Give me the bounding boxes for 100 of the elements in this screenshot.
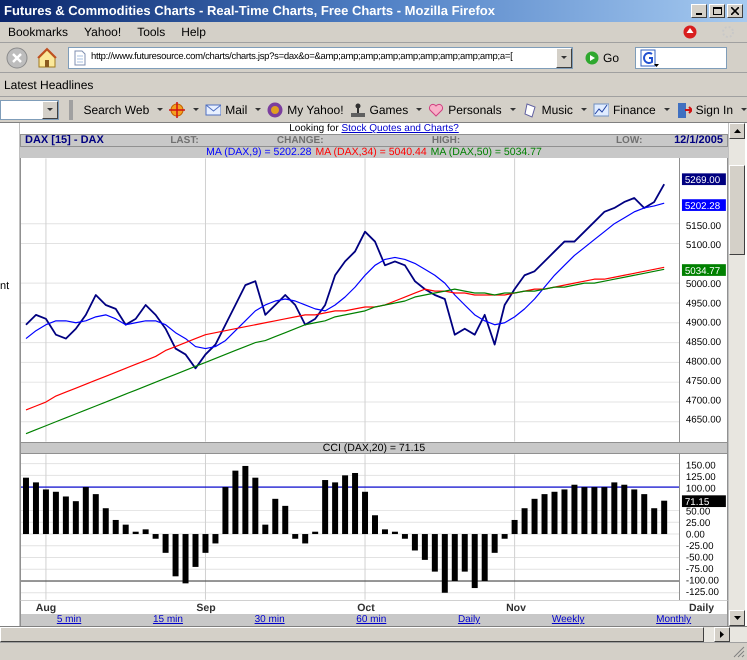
- indicator-bar: [661, 500, 668, 534]
- y-axis-label: 4700.00: [686, 395, 722, 406]
- period-link[interactable]: 5 min: [56, 614, 82, 626]
- indicator-bar: [212, 534, 218, 544]
- caret-icon: [734, 129, 740, 133]
- indicator-bar: [621, 484, 628, 534]
- caret-icon: [561, 56, 567, 59]
- indicator-bar: [462, 534, 468, 572]
- period-link[interactable]: Monthly: [656, 614, 692, 626]
- scroll-right-button[interactable]: [714, 627, 730, 642]
- indicator-bar: [52, 492, 59, 534]
- url-field[interactable]: http://www.futuresource.com/charts/charts.jsp?s=dax&o=&amp;amp;amp;amp;amp;amp;amp;amp;amp;a=[: [68, 46, 573, 68]
- window-title: Futures & Commodities Charts - Real-Time Charts, Free Charts - Mozilla Firefox: [4, 2, 496, 20]
- chart-symbol: DAX [15] - DAX: [25, 134, 105, 147]
- y-axis-label: 50.00: [686, 506, 710, 518]
- period-link[interactable]: 30 min: [254, 614, 285, 626]
- indicator-bar: [482, 534, 488, 581]
- badge-icon: [267, 102, 284, 118]
- toolbar-button[interactable]: Games: [350, 100, 422, 118]
- dropdown-button[interactable]: [556, 48, 572, 68]
- y-axis-label: 5150.00: [686, 220, 722, 232]
- search-engine-icon: [640, 48, 660, 66]
- menu-item[interactable]: Help: [181, 23, 206, 41]
- stop-button[interactable]: [4, 44, 30, 70]
- indicator-bar: [222, 487, 228, 534]
- search-input[interactable]: [0, 100, 60, 120]
- indicator-bar: [402, 534, 408, 539]
- period-link[interactable]: 15 min: [152, 614, 183, 626]
- toolbar-button[interactable]: Music: [522, 100, 587, 118]
- value-marker: 5034.77: [682, 264, 726, 277]
- indicator-bar: [62, 496, 69, 534]
- y-axis-label: 4850.00: [686, 337, 722, 348]
- toolbar-button[interactable]: My Yahoo!: [267, 100, 344, 118]
- y-axis-label: 5100.00: [686, 240, 722, 252]
- scroll-down-button[interactable]: [729, 610, 745, 626]
- indicator-bar: [571, 484, 578, 534]
- toolbar-button[interactable]: Personals: [428, 100, 516, 118]
- indicator-bar: [102, 508, 109, 534]
- scroll-thumb[interactable]: [729, 164, 745, 254]
- indicator-bar: [372, 515, 378, 534]
- menu-item[interactable]: Yahoo!: [84, 23, 122, 41]
- indicator-bar: [232, 470, 238, 534]
- field-label: LAST:: [170, 134, 200, 147]
- period-link[interactable]: Daily: [458, 614, 480, 626]
- indicator-bar: [382, 529, 388, 534]
- x-axis-label: Nov: [506, 601, 526, 616]
- minimize-button[interactable]: [691, 4, 707, 18]
- indicator-bar: [92, 494, 99, 534]
- indicator-bar: [492, 534, 498, 553]
- indicator-bar: [591, 487, 598, 534]
- period-link[interactable]: 60 min: [356, 614, 386, 626]
- indicator-bar: [542, 494, 548, 534]
- maximize-button[interactable]: [709, 4, 725, 18]
- toolbar-button[interactable]: Search Web: [83, 100, 164, 118]
- vertical-scrollbar[interactable]: [728, 123, 745, 626]
- y-axis-label: 4800.00: [686, 356, 722, 368]
- indicator-bar: [42, 489, 49, 534]
- stock-quotes-link[interactable]: Stock Quotes and Charts?: [341, 123, 459, 134]
- indicator-bar: [122, 524, 129, 534]
- go-button[interactable]: Go: [577, 48, 628, 66]
- close-icon: [731, 7, 739, 15]
- scroll-up-button[interactable]: [729, 123, 745, 139]
- indicator-bar: [342, 475, 348, 534]
- indicator-title: CCI (DAX,20) = 71.15: [322, 443, 426, 453]
- dropdown-button[interactable]: [42, 100, 58, 118]
- indicator-bar: [392, 532, 398, 534]
- value-marker: 5269.00: [682, 173, 726, 186]
- envelope-icon: [205, 102, 222, 118]
- close-button[interactable]: [727, 4, 743, 18]
- indicator-bar: [302, 534, 308, 544]
- menu-item[interactable]: Bookmarks: [8, 23, 68, 41]
- indicator-bar: [412, 534, 418, 550]
- chart-icon: [592, 102, 609, 118]
- toolbar-button[interactable]: Sign In: [676, 100, 747, 118]
- y-axis-label: 150.00: [686, 460, 716, 472]
- menu-item[interactable]: Tools: [137, 23, 166, 41]
- y-axis-label: -100.00: [686, 575, 720, 586]
- toolbar-button[interactable]: Finance: [592, 100, 670, 118]
- play-icon: [585, 50, 599, 64]
- y-axis-label: -75.00: [686, 564, 714, 575]
- toolbar-button[interactable]: Mail: [205, 100, 262, 118]
- toolbar-button[interactable]: [169, 102, 200, 118]
- search-field[interactable]: [635, 46, 728, 68]
- indicator-bar: [162, 534, 169, 553]
- indicator-bar: [272, 498, 278, 534]
- indicator-bar: [322, 480, 328, 534]
- value-marker: 5202.28: [682, 199, 726, 212]
- maximize-icon: [712, 7, 722, 15]
- y-axis-label: -25.00: [686, 540, 714, 552]
- indicator-bar: [581, 487, 588, 534]
- y-axis-label: 5000.00: [686, 278, 722, 290]
- y-axis-label: -50.00: [686, 552, 714, 564]
- bookmark-item[interactable]: Latest Headlines: [4, 76, 94, 94]
- indicator-bar: [452, 534, 458, 581]
- y-axis-label: 25.00: [686, 518, 710, 529]
- indicator-bar: [522, 508, 528, 534]
- indicator-bar: [172, 534, 179, 576]
- door-icon: [676, 102, 692, 118]
- x-axis-label: Aug: [36, 601, 56, 616]
- period-link[interactable]: Weekly: [552, 614, 584, 626]
